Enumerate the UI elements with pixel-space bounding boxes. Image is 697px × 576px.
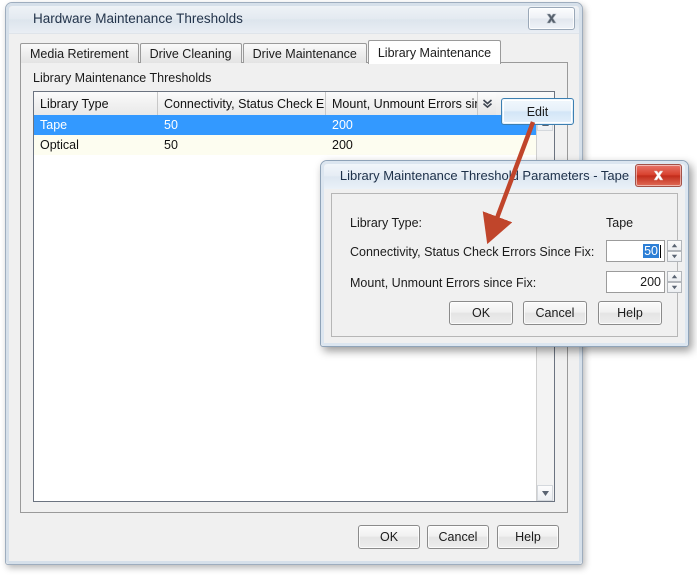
connectivity-errors-stepper[interactable]: 50: [606, 240, 682, 262]
cell-mount-errors: 200: [332, 138, 353, 152]
threshold-parameters-dialog: Library Maintenance Threshold Parameters…: [320, 160, 689, 347]
column-header-mount-errors[interactable]: Mount, Unmount Errors since Fix: [326, 92, 478, 115]
caret-down-glyph: [671, 254, 678, 259]
screenshot-root: Hardware Maintenance Thresholds Media Re…: [0, 0, 697, 576]
caret-down-glyph: [671, 285, 678, 290]
field-label-library-type: Library Type:: [350, 216, 423, 230]
dialog-body: Library Type: Tape Connectivity, Status …: [331, 193, 682, 337]
main-window-title: Hardware Maintenance Thresholds: [33, 11, 243, 26]
ok-button[interactable]: OK: [358, 525, 420, 549]
table-row[interactable]: Tape 50 200: [34, 115, 554, 135]
mount-errors-value: 200: [640, 275, 661, 289]
mount-errors-stepper[interactable]: 200: [606, 271, 682, 293]
close-icon[interactable]: [635, 164, 682, 187]
cell-connectivity-errors: 50: [164, 138, 178, 152]
group-label: Library Maintenance Thresholds: [33, 71, 212, 85]
dialog-footer: OK Cancel Help: [332, 301, 677, 325]
field-value-library-type: Tape: [606, 216, 634, 230]
cell-library-type: Tape: [40, 118, 68, 132]
chevron-double-down-glyph: [482, 99, 492, 109]
dialog-ok-button[interactable]: OK: [449, 301, 513, 325]
edit-button[interactable]: Edit: [501, 98, 574, 125]
mount-errors-input[interactable]: 200: [606, 271, 665, 293]
close-glyph: [653, 170, 664, 181]
caret-down-icon[interactable]: [537, 485, 553, 501]
dialog-cancel-button[interactable]: Cancel: [523, 301, 587, 325]
dialog-titlebar: Library Maintenance Threshold Parameters…: [324, 164, 685, 189]
tab-label: Library Maintenance: [377, 45, 492, 60]
close-glyph: [546, 13, 557, 24]
dialog-help-button[interactable]: Help: [598, 301, 662, 325]
connectivity-errors-value: 50: [643, 244, 659, 258]
column-header-library-type[interactable]: Library Type: [34, 92, 158, 115]
caret-up-icon[interactable]: [667, 271, 682, 282]
main-window-footer: OK Cancel Help: [20, 525, 568, 551]
cell-mount-errors: 200: [332, 118, 353, 132]
cancel-button[interactable]: Cancel: [427, 525, 489, 549]
caret-down-icon[interactable]: [667, 282, 682, 293]
tabstrip: Media Retirement Drive Cleaning Drive Ma…: [20, 40, 502, 64]
chevron-double-down-icon[interactable]: [478, 92, 496, 115]
tab-label: Drive Maintenance: [252, 46, 357, 61]
tab-library-maintenance[interactable]: Library Maintenance: [367, 40, 502, 64]
caret-down-glyph: [541, 490, 549, 496]
field-label-connectivity-errors: Connectivity, Status Check Errors Since …: [350, 245, 595, 259]
caret-up-glyph: [671, 243, 678, 248]
table-row[interactable]: Optical 50 200: [34, 135, 554, 155]
edit-button-label: Edit: [503, 100, 572, 123]
cell-connectivity-errors: 50: [164, 118, 178, 132]
caret-up-glyph: [671, 274, 678, 279]
table-header-row: Library Type Connectivity, Status Check …: [34, 92, 554, 116]
text-caret: [660, 244, 661, 258]
cell-library-type: Optical: [40, 138, 79, 152]
help-button[interactable]: Help: [497, 525, 559, 549]
tab-media-retirement[interactable]: Media Retirement: [20, 43, 139, 63]
tab-drive-cleaning[interactable]: Drive Cleaning: [139, 43, 242, 63]
caret-up-icon[interactable]: [667, 240, 682, 251]
tab-drive-maintenance[interactable]: Drive Maintenance: [242, 43, 367, 63]
dialog-title: Library Maintenance Threshold Parameters…: [339, 168, 630, 183]
caret-down-icon[interactable]: [667, 251, 682, 262]
close-icon[interactable]: [528, 7, 575, 30]
column-header-connectivity-errors[interactable]: Connectivity, Status Check Er...: [158, 92, 326, 115]
tab-label: Media Retirement: [30, 46, 129, 61]
tab-label: Drive Cleaning: [149, 46, 232, 61]
stepper-arrows: [667, 240, 682, 262]
field-label-mount-errors: Mount, Unmount Errors since Fix:: [350, 276, 537, 290]
connectivity-errors-input[interactable]: 50: [606, 240, 665, 262]
main-window-titlebar: Hardware Maintenance Thresholds: [9, 6, 579, 33]
stepper-arrows: [667, 271, 682, 293]
